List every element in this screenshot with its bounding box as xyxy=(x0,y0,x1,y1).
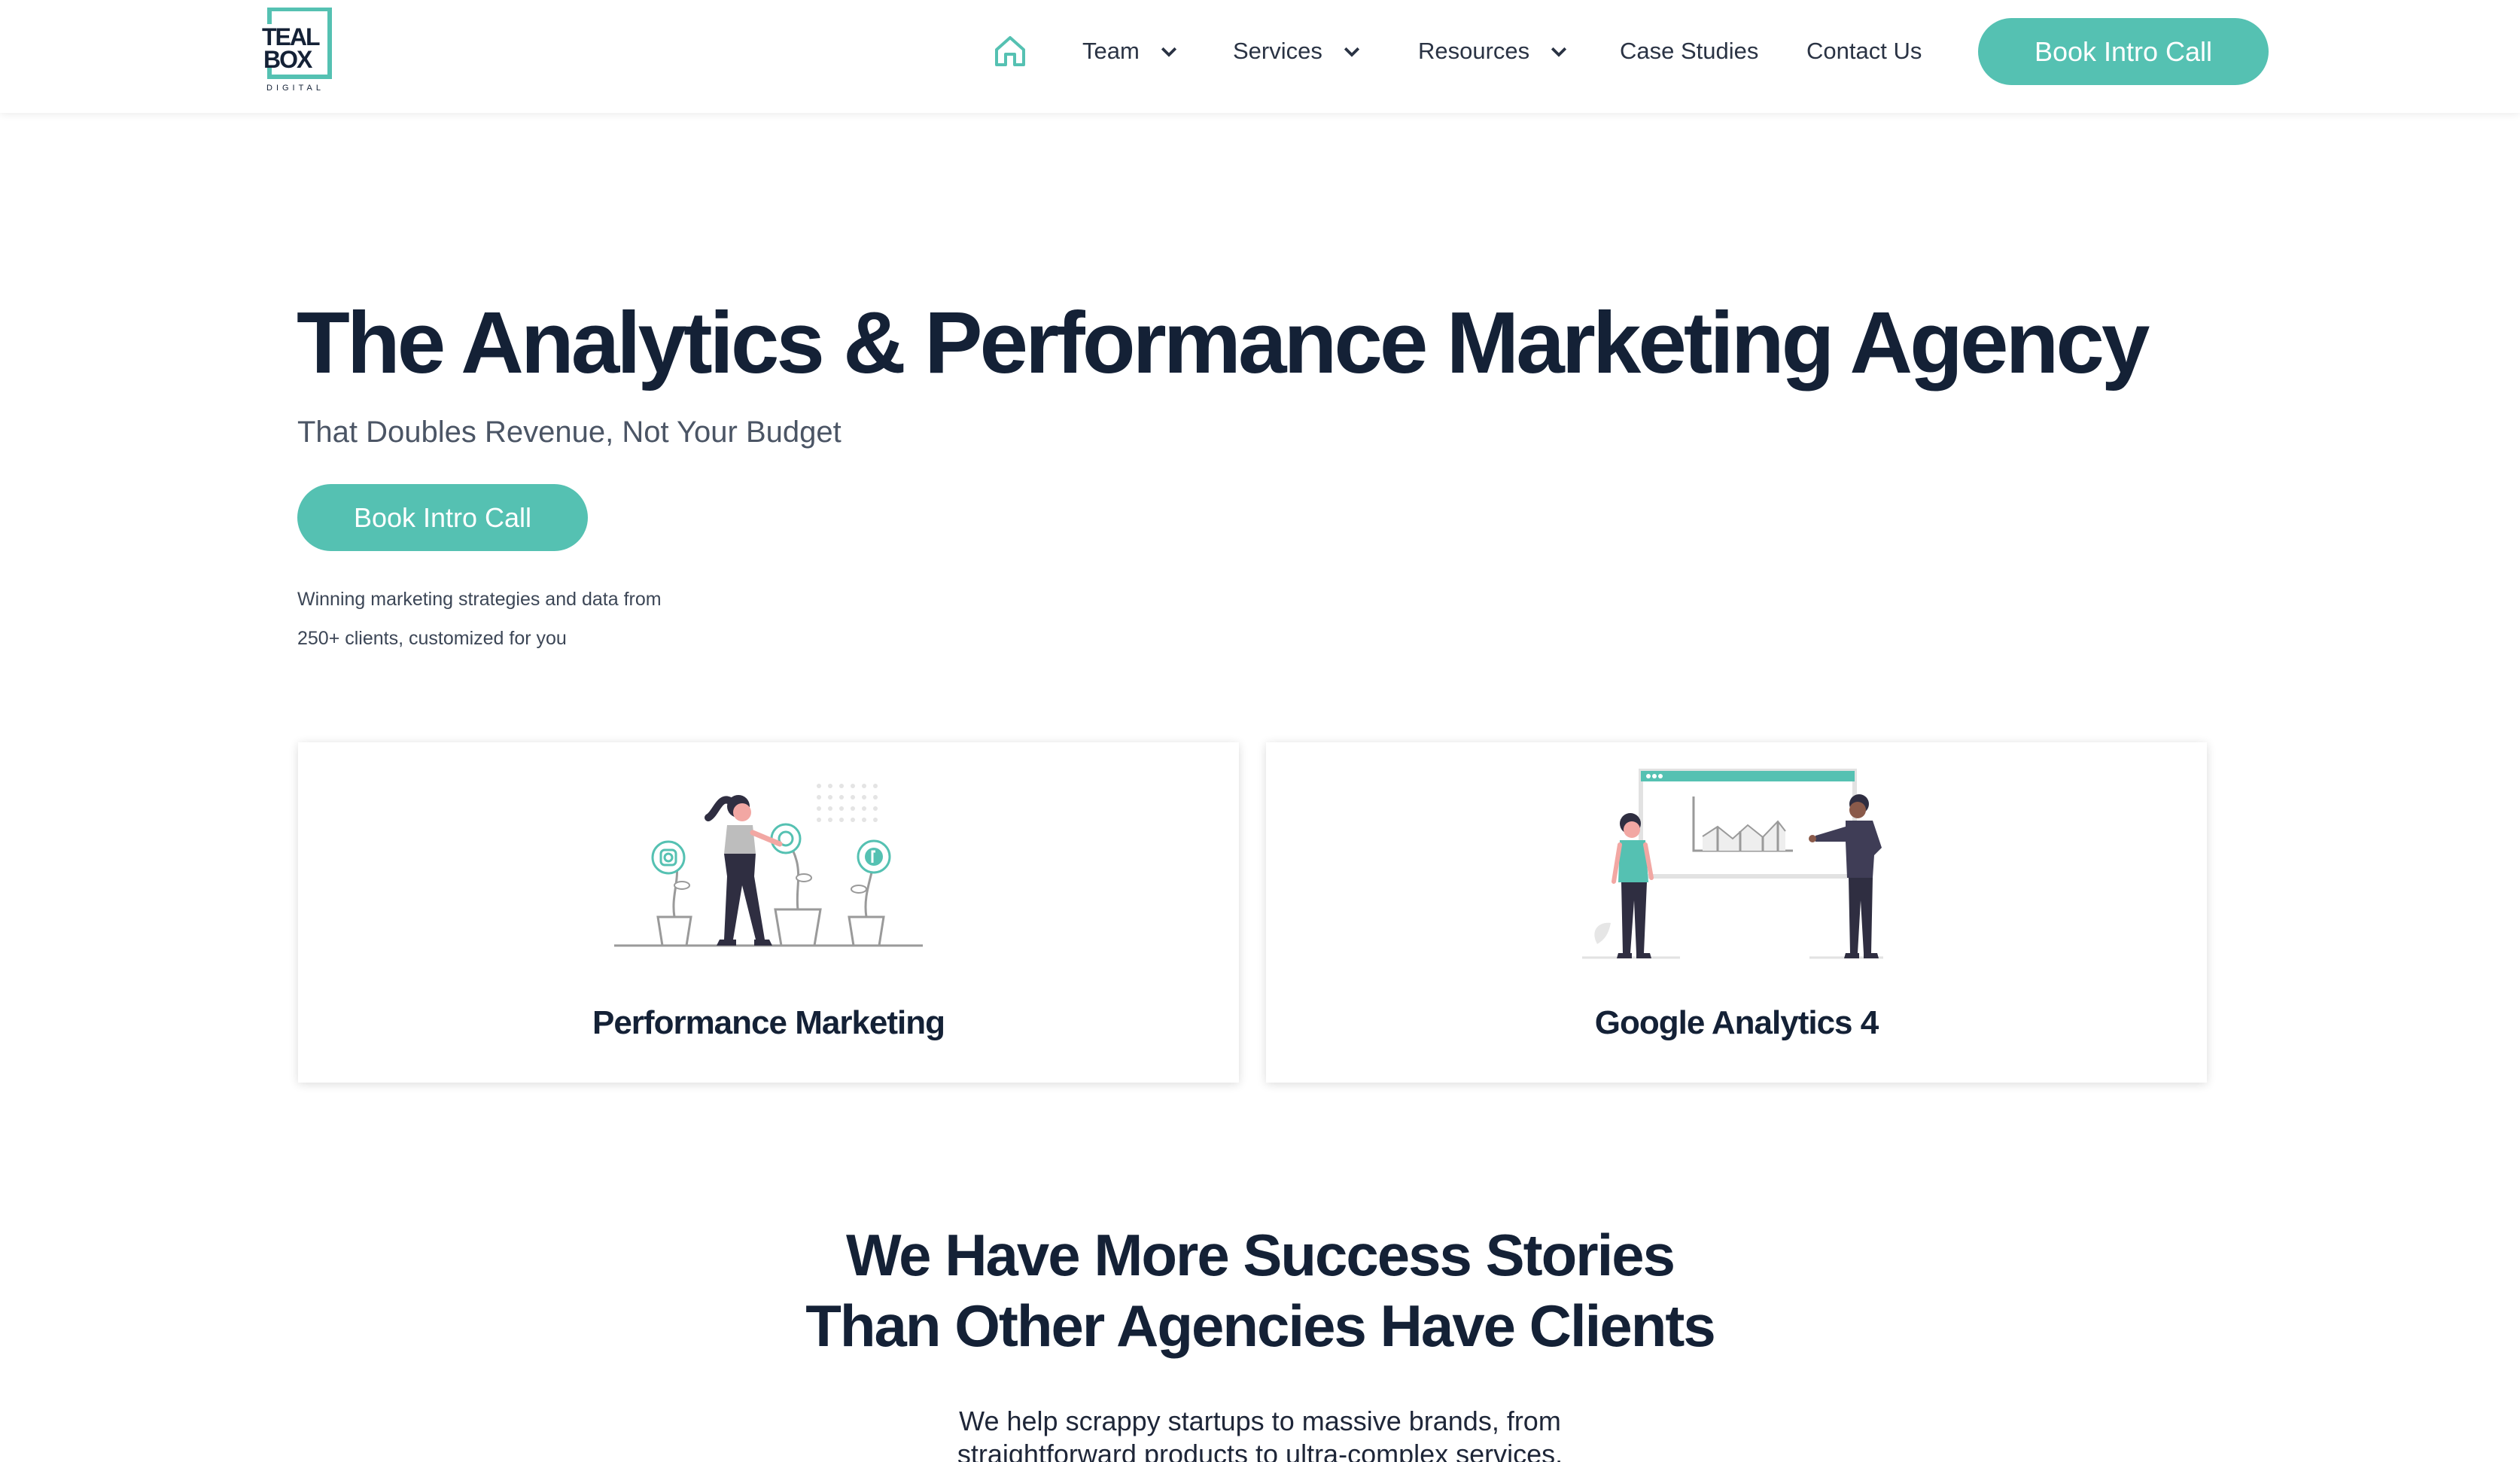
success-stories-title: We Have More Success Stories Than Other … xyxy=(0,1220,2520,1361)
nav-item-services[interactable]: Services xyxy=(1233,33,1363,69)
main-nav: Team Services Resources Case Studies Con… xyxy=(0,0,2520,102)
hero-note: Winning marketing strategies and data fr… xyxy=(297,580,824,658)
nav-item-team-label: Team xyxy=(1082,38,1140,64)
card-performance-marketing[interactable]: Performance Marketing xyxy=(298,742,1239,1083)
nav-item-services-label: Services xyxy=(1233,38,1322,64)
nav-item-contact-us-label: Contact Us xyxy=(1806,38,1922,64)
header-cta-label: Book Intro Call xyxy=(2034,35,2213,67)
hero-cta-label: Book Intro Call xyxy=(353,501,532,533)
hero-title: The Analytics & Performance Marketing Ag… xyxy=(297,294,2150,391)
chevron-down-icon xyxy=(1551,47,1567,57)
chevron-down-icon xyxy=(1161,47,1176,57)
nav-item-resources[interactable]: Resources xyxy=(1418,33,1570,69)
nav-item-contact-us[interactable]: Contact Us xyxy=(1806,33,1922,69)
success-title-line1: We Have More Success Stories xyxy=(845,1222,1675,1288)
success-stories-text: We help scrappy startups to massive bran… xyxy=(0,1405,2520,1462)
site-header: TEAL BOX DIGITAL Team Services Resources xyxy=(0,0,2520,113)
success-text-line1: We help scrappy startups to massive bran… xyxy=(959,1406,1561,1436)
card-title: Performance Marketing xyxy=(592,1004,945,1041)
nav-item-case-studies-label: Case Studies xyxy=(1620,38,1759,64)
nav-item-resources-label: Resources xyxy=(1418,38,1530,64)
nav-item-case-studies[interactable]: Case Studies xyxy=(1620,33,1758,69)
hero-book-intro-call-button[interactable]: Book Intro Call xyxy=(297,484,588,551)
hero-note-line1: Winning marketing strategies and data fr… xyxy=(297,589,662,610)
success-title-line2: Than Other Agencies Have Clients xyxy=(805,1293,1715,1359)
hero-note-line2: 250+ clients, customized for you xyxy=(297,628,567,649)
nav-item-team[interactable]: Team xyxy=(1082,33,1180,69)
hero-subtitle: That Doubles Revenue, Not Your Budget xyxy=(297,416,842,449)
chevron-down-icon xyxy=(1344,47,1359,57)
page: TEAL BOX DIGITAL Team Services Resources xyxy=(0,0,2520,1462)
success-text-line2: straightforward products to ultra-comple… xyxy=(957,1439,1563,1462)
home-icon[interactable] xyxy=(992,33,1028,69)
header-book-intro-call-button[interactable]: Book Intro Call xyxy=(1978,18,2269,85)
card-title: Google Analytics 4 xyxy=(1594,1004,1879,1041)
card-google-analytics-4[interactable]: Google Analytics 4 xyxy=(1266,742,2207,1083)
